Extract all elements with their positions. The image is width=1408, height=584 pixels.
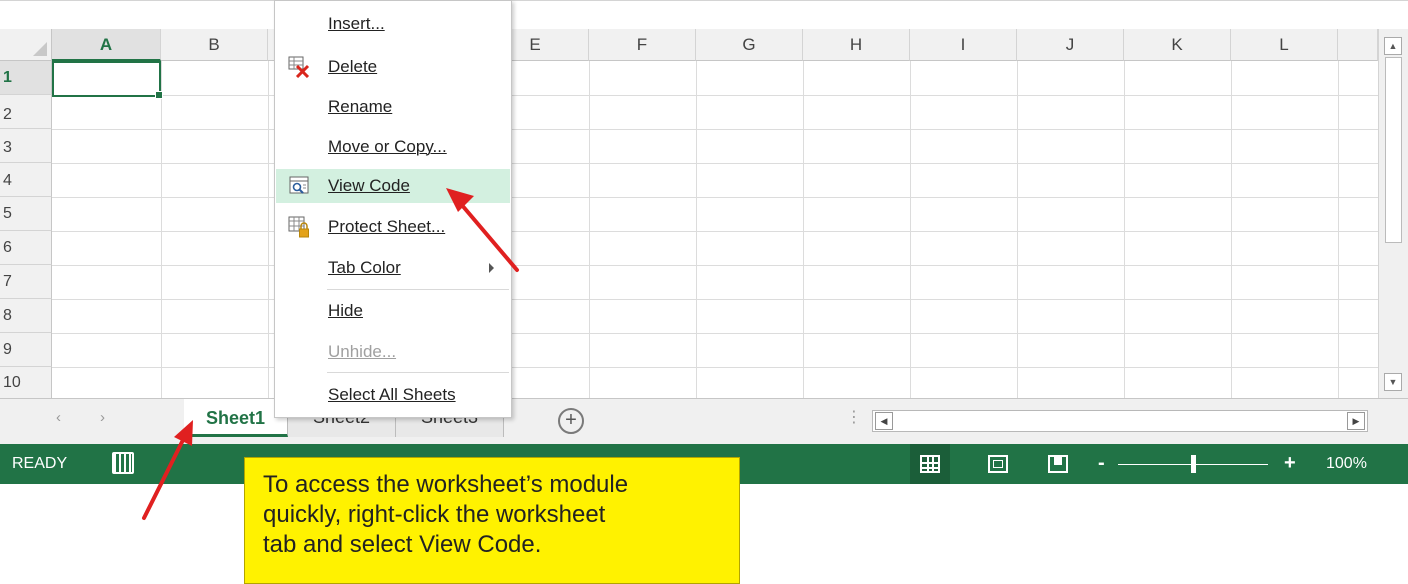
protect-sheet-icon [288, 216, 310, 238]
gridline [589, 61, 590, 399]
gridline [161, 61, 162, 399]
zoom-level[interactable]: 100% [1326, 455, 1367, 473]
menu-item-label: Rename [328, 97, 393, 116]
normal-view-icon [920, 455, 940, 473]
gridline [696, 61, 697, 399]
menu-item-protect-sheet[interactable]: Protect Sheet... [276, 210, 510, 244]
menu-item-rename[interactable]: Rename [276, 90, 510, 124]
page-break-preview-icon [1048, 455, 1068, 473]
scroll-down-icon[interactable]: ▼ [1384, 373, 1402, 391]
gridline [52, 231, 1378, 232]
active-cell-a1[interactable] [52, 61, 163, 99]
gridline [52, 95, 1378, 96]
normal-view-button[interactable] [910, 444, 950, 484]
menu-separator [327, 372, 509, 373]
row-header-10[interactable]: 10 [0, 367, 52, 399]
column-header-j[interactable]: J [1017, 29, 1124, 61]
row-header-9[interactable]: 9 [0, 333, 52, 367]
menu-item-insert[interactable]: Insert... [276, 7, 510, 41]
gridline [52, 299, 1378, 300]
page-break-view-button[interactable] [1038, 444, 1078, 484]
column-header-f[interactable]: F [589, 29, 696, 61]
column-header-a[interactable]: A [52, 29, 161, 61]
column-header-b[interactable]: B [161, 29, 268, 61]
zoom-out-button[interactable]: - [1098, 452, 1105, 475]
menu-item-tab-color[interactable]: Tab Color [276, 251, 510, 285]
status-text: READY [12, 455, 68, 472]
row-header-4[interactable]: 4 [0, 163, 52, 197]
menu-item-label: Select All Sheets [328, 385, 456, 404]
menu-item-hide[interactable]: Hide [276, 294, 510, 328]
scroll-right-icon[interactable]: ▶ [1347, 412, 1365, 430]
menu-separator [327, 289, 509, 290]
callout-line: To access the worksheet’s module [263, 471, 629, 498]
gridline [52, 265, 1378, 266]
menu-item-label: View Code [328, 176, 410, 195]
menu-item-move-or-copy[interactable]: Move or Copy... [276, 130, 510, 164]
column-header-partial[interactable] [1338, 29, 1378, 61]
menu-item-label: Delete [328, 57, 378, 76]
callout-line: quickly, right-click the worksheet [263, 501, 606, 528]
row-header-5[interactable]: 5 [0, 197, 52, 231]
gridline [268, 61, 269, 399]
vertical-scrollbar[interactable]: ▲ ▼ [1378, 29, 1408, 399]
gridline [52, 129, 1378, 130]
row-header-8[interactable]: 8 [0, 299, 52, 333]
next-sheet-icon[interactable]: › [100, 409, 105, 426]
select-all-corner[interactable] [0, 29, 52, 61]
sheet-tab-context-menu: Insert... Delete Rename Move or Copy... [274, 0, 512, 418]
horizontal-scrollbar[interactable]: ◀ ▶ [872, 410, 1368, 432]
scroll-left-icon[interactable]: ◀ [875, 412, 893, 430]
gridline [52, 333, 1378, 334]
menu-item-select-all-sheets[interactable]: Select All Sheets [276, 378, 510, 412]
callout-note: To access the worksheet’s module quickly… [244, 457, 740, 584]
menu-item-view-code[interactable]: View Code [276, 169, 510, 203]
gridline [803, 61, 804, 399]
tab-split-handle[interactable]: ⋮ [846, 407, 862, 427]
row-header-7[interactable]: 7 [0, 265, 52, 299]
zoom-slider-thumb[interactable] [1190, 455, 1196, 473]
macro-recording-icon[interactable] [112, 452, 134, 474]
column-header-i[interactable]: I [910, 29, 1017, 61]
menu-item-label: Protect Sheet... [328, 217, 446, 236]
menu-item-label: Move or Copy... [328, 137, 447, 156]
menu-item-delete[interactable]: Delete [276, 50, 510, 84]
menu-item-label: Tab Color [328, 258, 401, 277]
vertical-scroll-thumb[interactable] [1385, 57, 1402, 243]
callout-line: tab and select View Code. [263, 531, 542, 558]
submenu-arrow-icon [489, 263, 494, 273]
column-header-g[interactable]: G [696, 29, 803, 61]
gridline [1017, 61, 1018, 399]
row-header-2[interactable]: 2 [0, 95, 52, 129]
column-header-l[interactable]: L [1231, 29, 1338, 61]
column-header-h[interactable]: H [803, 29, 910, 61]
gridline [52, 367, 1378, 368]
gridline [1338, 61, 1339, 399]
page-layout-view-button[interactable] [978, 444, 1018, 484]
gridline [1231, 61, 1232, 399]
menu-item-unhide: Unhide... [276, 335, 510, 369]
gridline [1124, 61, 1125, 399]
menu-item-label: Hide [328, 301, 363, 320]
scroll-up-icon[interactable]: ▲ [1384, 37, 1402, 55]
gridline [910, 61, 911, 399]
page-layout-icon [988, 455, 1008, 473]
row-header-3[interactable]: 3 [0, 129, 52, 163]
sheet-tab-sheet1[interactable]: Sheet1 [184, 399, 288, 437]
view-code-icon [288, 175, 310, 197]
menu-item-label: Unhide... [328, 342, 397, 361]
column-header-k[interactable]: K [1124, 29, 1231, 61]
worksheet-grid: A B C D E F G H I J K L 1 2 3 4 5 6 7 8 … [0, 0, 1408, 399]
menu-item-label: Insert... [328, 14, 385, 33]
add-sheet-icon[interactable]: + [558, 408, 584, 434]
sheet-tab-bar: ‹ › Sheet1 Sheet2 Sheet3 + ⋮ ◀ ▶ [0, 398, 1408, 444]
row-header-1[interactable]: 1 [0, 61, 52, 95]
zoom-in-button[interactable]: + [1284, 452, 1296, 475]
delete-sheet-icon [288, 56, 310, 79]
gridline [52, 163, 1378, 164]
prev-sheet-icon[interactable]: ‹ [56, 409, 61, 426]
row-header-6[interactable]: 6 [0, 231, 52, 265]
gridline [52, 197, 1378, 198]
